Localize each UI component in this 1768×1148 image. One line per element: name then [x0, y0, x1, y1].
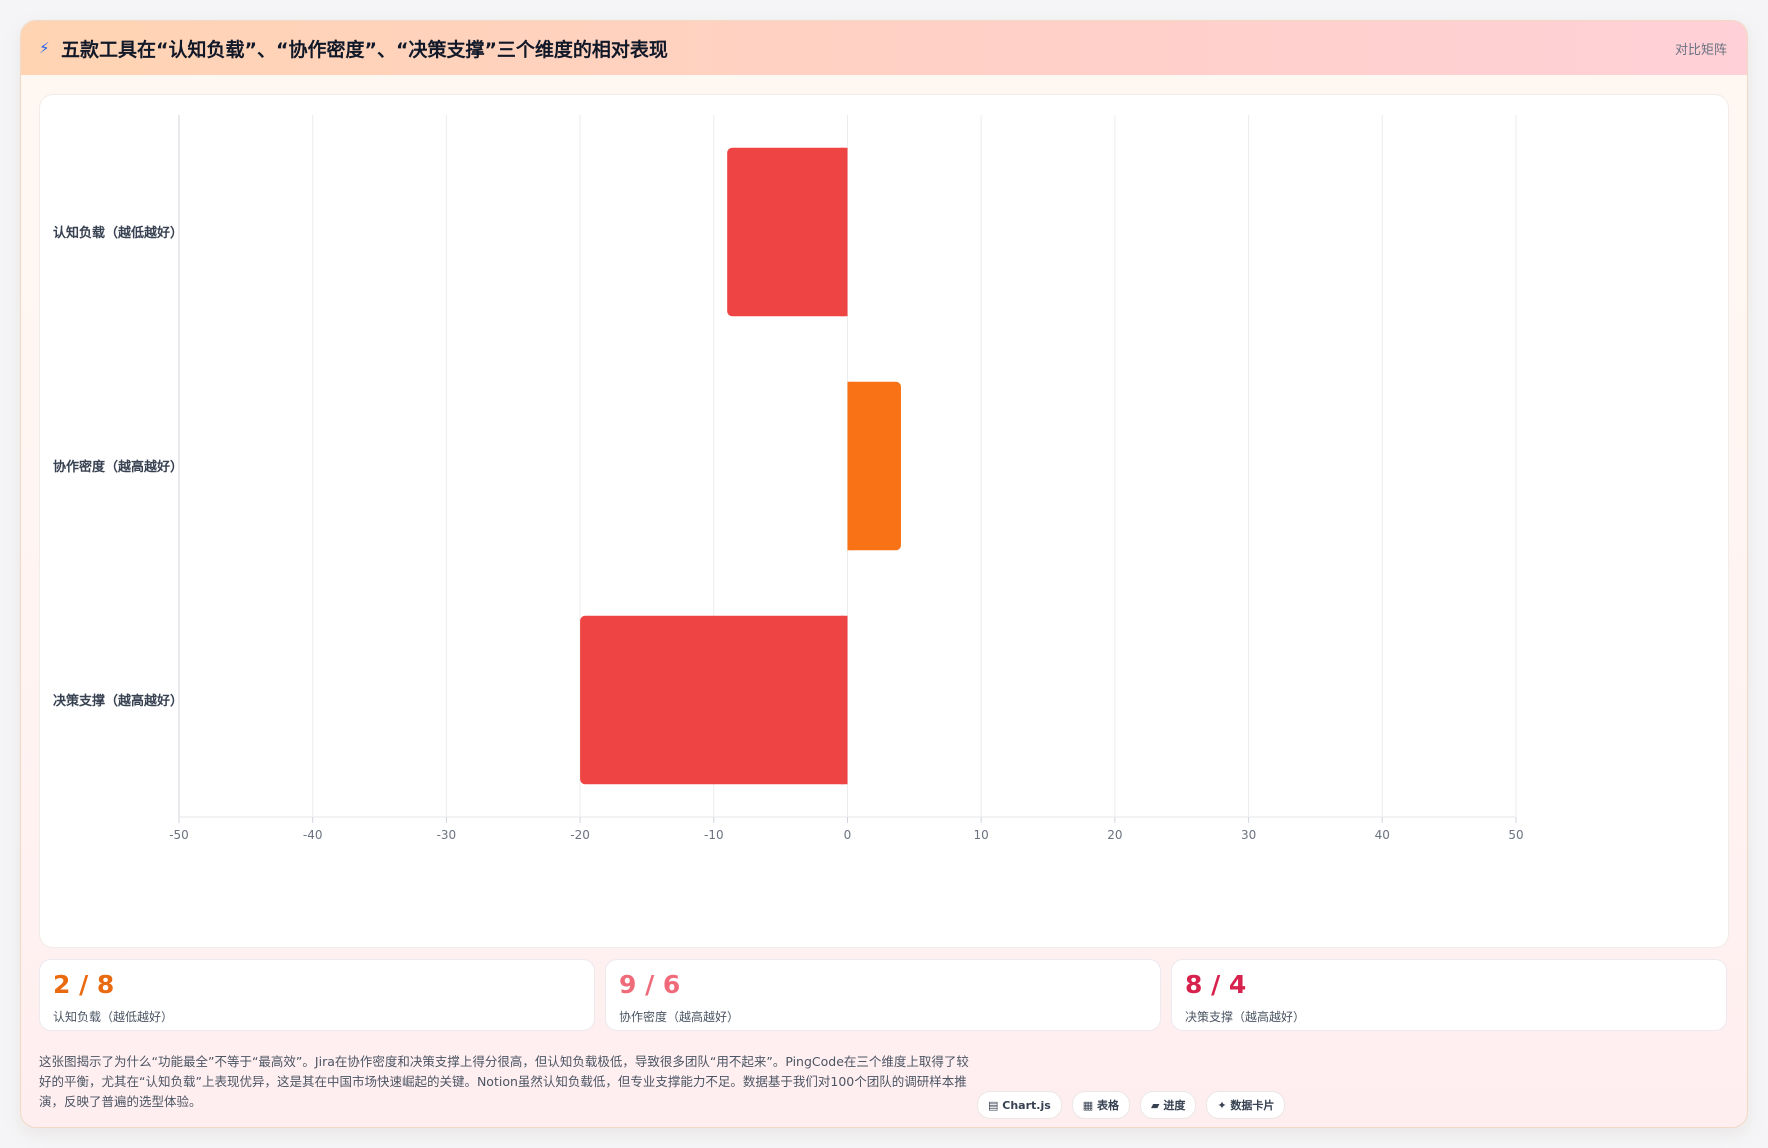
stat-value: 9 / 6 — [619, 970, 681, 999]
x-tick-label: 20 — [1107, 828, 1122, 842]
y-category-label: 决策支撑（越高越好） — [53, 693, 183, 709]
lightning-icon: ⚡ — [39, 39, 50, 57]
stat-value: 2 / 8 — [53, 970, 115, 999]
x-tick-label: -40 — [303, 828, 323, 842]
feature-pills: ▤ Chart.js ▦ 表格 ▰ 进度 ✦ 数据卡片 — [977, 1091, 1286, 1119]
x-tick-label: 10 — [974, 828, 989, 842]
stat-row: 2 / 8 认知负载（越低越好） 9 / 6 协作密度（越高越好） 8 / 4 … — [39, 959, 1729, 1031]
stat-label: 协作密度（越高越好） — [619, 1010, 740, 1024]
stat-card-cognitive: 2 / 8 认知负载（越低越好） — [39, 959, 595, 1031]
bar — [580, 615, 848, 785]
x-tick-label: 30 — [1241, 828, 1256, 842]
bar-zero-edge — [847, 381, 854, 551]
stat-label: 决策支撑（越高越好） — [1185, 1010, 1306, 1024]
y-category-label: 协作密度（越高越好） — [53, 459, 183, 475]
chart-card: ⚡ 五款工具在“认知负载”、“协作密度”、“决策支撑”三个维度的相对表现 对比矩… — [20, 20, 1748, 1128]
pill-label: 进度 — [1163, 1099, 1186, 1112]
stat-card-collaboration: 9 / 6 协作密度（越高越好） — [605, 959, 1161, 1031]
x-tick-label: -20 — [570, 828, 590, 842]
chart-description: 这张图揭示了为什么“功能最全”不等于“最高效”。Jira在协作密度和决策支撑上得… — [39, 1054, 969, 1109]
bar-zero-edge — [841, 147, 848, 317]
bar — [847, 381, 901, 551]
sparkle-icon: ✦ — [1217, 1098, 1227, 1112]
y-category-label: 认知负载（越低越好） — [53, 225, 183, 241]
chart-title: 五款工具在“认知负载”、“协作密度”、“决策支撑”三个维度的相对表现 — [61, 38, 668, 61]
x-tick-label: 0 — [844, 828, 852, 842]
pill-table[interactable]: ▦ 表格 — [1071, 1091, 1131, 1119]
pill-label: 数据卡片 — [1230, 1099, 1275, 1112]
stat-card-decision: 8 / 4 决策支撑（越高越好） — [1171, 959, 1727, 1031]
x-tick-label: -10 — [704, 828, 724, 842]
card-header: ⚡ 五款工具在“认知负载”、“协作密度”、“决策支撑”三个维度的相对表现 对比矩… — [21, 21, 1747, 75]
pill-label: 表格 — [1097, 1099, 1120, 1112]
pill-label: Chart.js — [1002, 1098, 1051, 1112]
chart-icon: ▤ — [988, 1098, 999, 1112]
x-tick-label: -50 — [169, 828, 189, 842]
pill-progress[interactable]: ▰ 进度 — [1140, 1091, 1197, 1119]
bar — [727, 147, 848, 317]
stat-label: 认知负载（越低越好） — [53, 1010, 174, 1024]
progress-icon: ▰ — [1151, 1098, 1160, 1112]
pill-data-card[interactable]: ✦ 数据卡片 — [1206, 1091, 1286, 1119]
x-tick-label: 40 — [1375, 828, 1390, 842]
stat-value: 8 / 4 — [1185, 970, 1247, 999]
view-tag[interactable]: 对比矩阵 — [1675, 39, 1727, 58]
bar-zero-edge — [841, 615, 848, 785]
x-tick-label: -30 — [437, 828, 457, 842]
bar-chart: -50 -40 -30 -20 -10 0 10 20 30 40 50 认知负载（越低越好） 协作密度… — [53, 115, 1524, 842]
pill-chartjs[interactable]: ▤ Chart.js — [977, 1091, 1062, 1119]
table-icon: ▦ — [1082, 1098, 1094, 1112]
x-tick-label: 50 — [1508, 828, 1523, 842]
chart-panel: -50 -40 -30 -20 -10 0 10 20 30 40 50 认知负载（越低越好） 协作密度… — [39, 94, 1729, 948]
